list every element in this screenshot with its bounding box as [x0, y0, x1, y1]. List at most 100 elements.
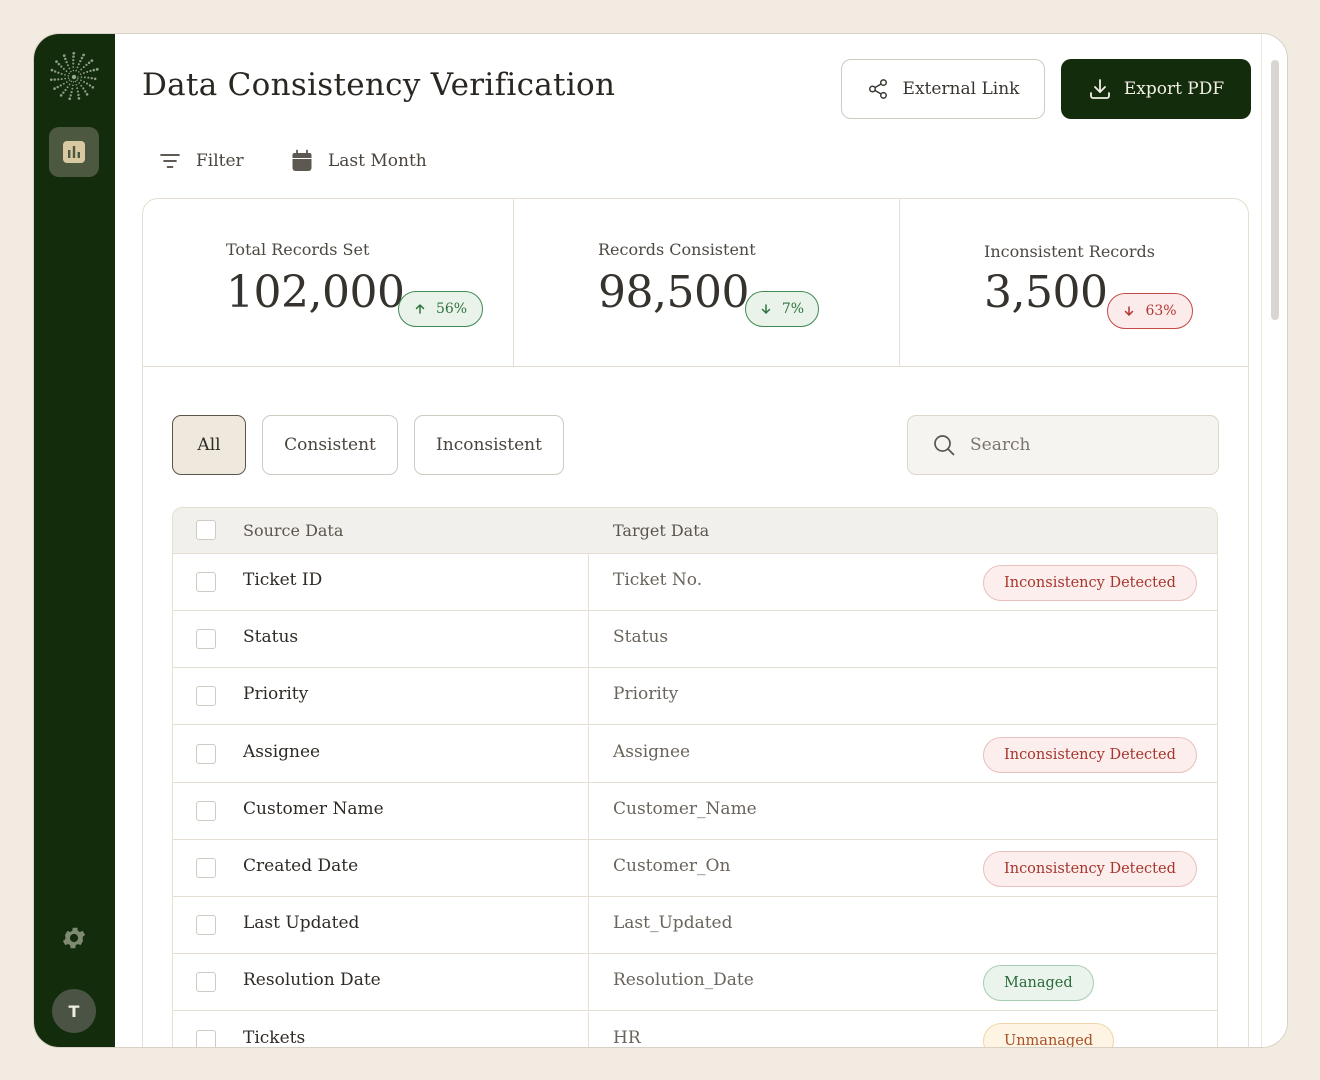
column-divider: [588, 668, 589, 725]
source-field: Customer Name: [243, 798, 384, 819]
calendar-icon: [292, 149, 312, 171]
vertical-scrollbar[interactable]: [1261, 34, 1287, 1047]
external-link-button[interactable]: External Link: [841, 59, 1045, 119]
arrow-up-icon: [415, 303, 425, 314]
arrow-down-icon: [761, 304, 771, 315]
row-checkbox[interactable]: [196, 1029, 216, 1047]
target-field: Priority: [613, 684, 679, 705]
source-field: Tickets: [243, 1027, 306, 1048]
status-badge: Inconsistency Detected: [983, 565, 1197, 601]
table-row[interactable]: Assignee Assignee Inconsistency Detected: [173, 725, 1217, 783]
source-field: Created Date: [243, 856, 359, 876]
row-checkbox[interactable]: [196, 743, 216, 764]
stat-change-badge: 56%: [398, 291, 483, 327]
bar-chart-icon: [63, 141, 85, 163]
column-divider: [588, 897, 589, 954]
source-field: Last Updated: [243, 913, 360, 934]
column-divider: [588, 840, 589, 896]
filter-button[interactable]: Filter: [158, 149, 244, 173]
download-icon: [1089, 79, 1110, 99]
table-row[interactable]: Created Date Customer_On Inconsistency Det…: [173, 840, 1217, 897]
row-checkbox[interactable]: [196, 629, 216, 650]
segment-consistent[interactable]: Consistent: [262, 415, 398, 475]
status-badge: Managed: [983, 965, 1094, 1002]
stat-records-consistent: Records Consistent 98,500 7%: [513, 199, 899, 367]
row-checkbox[interactable]: [196, 800, 216, 821]
column-divider: [588, 954, 589, 1011]
target-field: Customer_On: [613, 856, 731, 876]
stat-label: Inconsistent Records: [984, 242, 1155, 261]
settings-gear-icon[interactable]: [60, 924, 88, 952]
source-field: Resolution Date: [243, 970, 381, 991]
search-input[interactable]: Search: [907, 415, 1219, 475]
user-avatar[interactable]: T: [52, 989, 96, 1033]
stat-change-value: 63%: [1145, 303, 1177, 319]
scrollbar-thumb[interactable]: [1271, 60, 1279, 320]
row-checkbox[interactable]: [196, 572, 216, 592]
status-badge: Inconsistency Detected: [983, 736, 1197, 773]
page-title: Data Consistency Verification: [142, 67, 616, 103]
status-badge: Unmanaged: [983, 1022, 1115, 1047]
table-row[interactable]: Tickets HR Unmanaged: [173, 1011, 1217, 1048]
segment-label: Consistent: [284, 435, 376, 455]
stat-label: Records Consistent: [598, 240, 756, 259]
filter-icon: [160, 154, 180, 168]
table-row[interactable]: Status Status: [173, 611, 1217, 669]
status-badge: Inconsistency Detected: [983, 851, 1197, 887]
column-divider: [588, 782, 589, 839]
export-pdf-label: Export PDF: [1123, 79, 1225, 99]
external-link-label: External Link: [902, 79, 1020, 99]
segment-label: Inconsistent: [436, 435, 542, 455]
arrow-down-icon: [1125, 306, 1134, 317]
source-field: Assignee: [243, 741, 321, 762]
column-header-source: Source Data: [243, 521, 344, 540]
table-header: Source Data Target Data: [173, 508, 1217, 554]
stat-value: 98,500: [598, 267, 749, 318]
column-divider: [588, 725, 589, 782]
row-checkbox[interactable]: [196, 915, 216, 936]
row-checkbox[interactable]: [196, 686, 216, 707]
table-row[interactable]: Resolution Date Resolution_Date Managed: [173, 954, 1217, 1012]
date-range-button[interactable]: Last Month: [290, 149, 427, 173]
table-row[interactable]: Customer Name Customer_Name: [173, 782, 1217, 840]
source-field: Priority: [243, 684, 309, 705]
target-field: Assignee: [613, 741, 691, 762]
source-field: Status: [243, 627, 299, 648]
target-field: Resolution_Date: [613, 970, 754, 991]
stat-change-badge: 7%: [745, 291, 819, 327]
stat-value: 102,000: [226, 267, 405, 318]
stat-total-records: Total Records Set 102,000 56%: [143, 199, 513, 367]
stat-inconsistent-records: Inconsistent Records 3,500 63%: [899, 199, 1250, 367]
stat-label: Total Records Set: [226, 240, 370, 259]
stat-change-value: 56%: [435, 301, 468, 317]
column-header-target: Target Data: [613, 521, 710, 540]
target-field: HR: [613, 1027, 641, 1048]
export-pdf-button[interactable]: Export PDF: [1061, 59, 1251, 119]
stats-row: Total Records Set 102,000 56% Records Co…: [143, 199, 1248, 367]
app-window: T Data Consistency Verification External…: [33, 33, 1288, 1048]
search-icon: [934, 435, 955, 456]
row-checkbox[interactable]: [196, 858, 216, 878]
logo-icon: [49, 51, 99, 102]
stat-value: 3,500: [984, 267, 1108, 318]
column-divider: [588, 554, 589, 610]
stat-change-value: 7%: [781, 301, 805, 317]
segment-inconsistent[interactable]: Inconsistent: [414, 415, 564, 475]
table-row[interactable]: Ticket ID Ticket No. Inconsistency Detecte…: [173, 554, 1217, 611]
table-row[interactable]: Last Updated Last_Updated: [173, 897, 1217, 955]
column-divider: [588, 611, 589, 668]
stat-change-badge: 63%: [1107, 293, 1193, 329]
row-checkbox[interactable]: [196, 972, 216, 993]
nav-analytics-button[interactable]: [49, 127, 99, 177]
filter-label: Filter: [196, 151, 244, 171]
table-row[interactable]: Priority Priority: [173, 668, 1217, 726]
source-field: Ticket ID: [243, 570, 323, 590]
column-divider: [588, 1011, 589, 1047]
search-placeholder: Search: [970, 435, 1031, 455]
date-range-label: Last Month: [328, 151, 427, 171]
segment-all[interactable]: All: [172, 415, 246, 475]
segment-label: All: [197, 435, 221, 455]
select-all-checkbox[interactable]: [196, 520, 216, 540]
share-icon: [868, 79, 887, 99]
mapping-table: Source Data Target Data Ticket ID Ticket …: [172, 507, 1218, 1048]
